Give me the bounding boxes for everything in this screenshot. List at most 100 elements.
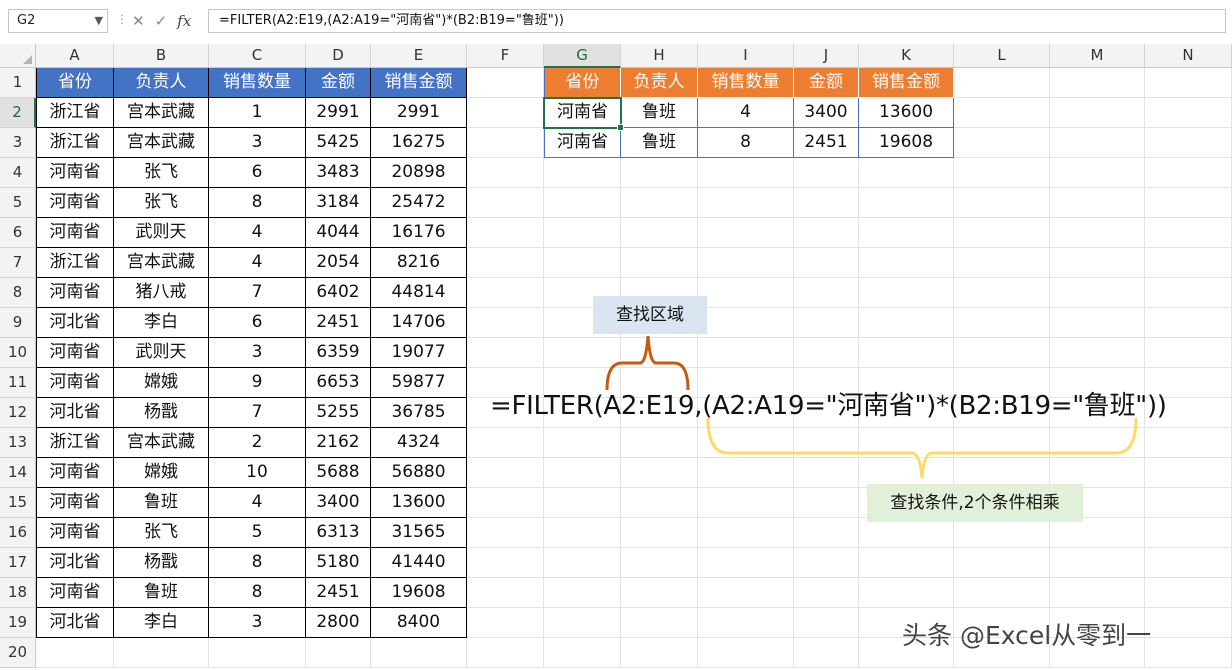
source-table-cell[interactable]: 8216: [371, 248, 467, 278]
source-table-cell[interactable]: 杨戬: [114, 398, 209, 428]
column-header-a[interactable]: A: [36, 44, 114, 68]
source-table-cell[interactable]: 猪八戒: [114, 278, 209, 308]
source-table-cell[interactable]: 李白: [114, 608, 209, 638]
column-header-d[interactable]: D: [306, 44, 371, 68]
source-table-cell[interactable]: 16176: [371, 218, 467, 248]
result-table-cell[interactable]: 河南省: [544, 128, 621, 158]
source-table-cell[interactable]: 19608: [371, 578, 467, 608]
row-header-17[interactable]: 17: [0, 548, 36, 578]
row-header-19[interactable]: 19: [0, 608, 36, 638]
source-table-cell[interactable]: 25472: [371, 188, 467, 218]
source-table-cell[interactable]: 31565: [371, 518, 467, 548]
source-table-cell[interactable]: 5688: [306, 458, 371, 488]
source-table-cell[interactable]: 4: [209, 248, 306, 278]
source-table-cell[interactable]: 嫦娥: [114, 458, 209, 488]
source-table-cell[interactable]: 4: [209, 488, 306, 518]
source-table-cell[interactable]: 1: [209, 98, 306, 128]
result-table-header-cell[interactable]: 金额: [794, 68, 859, 98]
source-table-cell[interactable]: 2451: [306, 308, 371, 338]
row-header-2[interactable]: 2: [0, 98, 36, 128]
row-header-20[interactable]: 20: [0, 638, 36, 668]
source-table-cell[interactable]: 7: [209, 398, 306, 428]
source-table-cell[interactable]: 浙江省: [36, 128, 114, 158]
insert-function-icon[interactable]: fx: [177, 12, 191, 30]
source-table-cell[interactable]: 河北省: [36, 308, 114, 338]
source-table-cell[interactable]: 4: [209, 218, 306, 248]
source-table-cell[interactable]: 4044: [306, 218, 371, 248]
source-table-cell[interactable]: 20898: [371, 158, 467, 188]
chevron-down-icon[interactable]: ▼: [95, 10, 103, 32]
source-table-cell[interactable]: 宫本武藏: [114, 428, 209, 458]
source-table-cell[interactable]: 2800: [306, 608, 371, 638]
source-table-cell[interactable]: 河南省: [36, 188, 114, 218]
source-table-cell[interactable]: 河南省: [36, 488, 114, 518]
source-table-cell[interactable]: 59877: [371, 368, 467, 398]
result-table-cell[interactable]: 鲁班: [621, 128, 698, 158]
result-table-cell[interactable]: 鲁班: [621, 98, 698, 128]
source-table-cell[interactable]: 6653: [306, 368, 371, 398]
source-table-cell[interactable]: 鲁班: [114, 488, 209, 518]
formula-input[interactable]: =FILTER(A2:E19,(A2:A19="河南省")*(B2:B19="鲁…: [208, 9, 1226, 33]
name-box[interactable]: G2 ▼: [8, 9, 108, 33]
source-table-cell[interactable]: 河北省: [36, 548, 114, 578]
column-header-g[interactable]: G: [544, 44, 621, 68]
source-table-cell[interactable]: 嫦娥: [114, 368, 209, 398]
drag-handle-icon[interactable]: ⋮: [116, 12, 128, 26]
column-header-b[interactable]: B: [114, 44, 209, 68]
source-table-cell[interactable]: 鲁班: [114, 578, 209, 608]
source-table-cell[interactable]: 河南省: [36, 158, 114, 188]
source-table-cell[interactable]: 张飞: [114, 188, 209, 218]
source-table-cell[interactable]: 李白: [114, 308, 209, 338]
source-table-cell[interactable]: 2162: [306, 428, 371, 458]
source-table-cell[interactable]: 5180: [306, 548, 371, 578]
result-table-header-cell[interactable]: 销售金额: [859, 68, 954, 98]
row-header-14[interactable]: 14: [0, 458, 36, 488]
source-table-cell[interactable]: 14706: [371, 308, 467, 338]
source-table-cell[interactable]: 8: [209, 188, 306, 218]
source-table-header-cell[interactable]: 销售数量: [209, 68, 306, 98]
column-header-i[interactable]: I: [698, 44, 794, 68]
source-table-cell[interactable]: 2451: [306, 578, 371, 608]
source-table-cell[interactable]: 3184: [306, 188, 371, 218]
source-table-header-cell[interactable]: 销售金额: [371, 68, 467, 98]
source-table-cell[interactable]: 9: [209, 368, 306, 398]
result-table-header-cell[interactable]: 负责人: [621, 68, 698, 98]
row-header-6[interactable]: 6: [0, 218, 36, 248]
close-icon[interactable]: ✕: [132, 12, 145, 30]
column-header-h[interactable]: H: [621, 44, 698, 68]
column-header-j[interactable]: J: [794, 44, 859, 68]
source-table-cell[interactable]: 2991: [306, 98, 371, 128]
source-table-cell[interactable]: 3400: [306, 488, 371, 518]
source-table-cell[interactable]: 2054: [306, 248, 371, 278]
source-table-cell[interactable]: 8: [209, 548, 306, 578]
row-header-9[interactable]: 9: [0, 308, 36, 338]
source-table-cell[interactable]: 张飞: [114, 158, 209, 188]
source-table-cell[interactable]: 杨戬: [114, 548, 209, 578]
row-header-10[interactable]: 10: [0, 338, 36, 368]
column-header-n[interactable]: N: [1145, 44, 1232, 68]
source-table-cell[interactable]: 4324: [371, 428, 467, 458]
source-table-cell[interactable]: 宫本武藏: [114, 248, 209, 278]
source-table-cell[interactable]: 8400: [371, 608, 467, 638]
source-table-cell[interactable]: 河南省: [36, 338, 114, 368]
source-table-cell[interactable]: 浙江省: [36, 98, 114, 128]
result-table-cell[interactable]: 2451: [794, 128, 859, 158]
row-header-11[interactable]: 11: [0, 368, 36, 398]
source-table-cell[interactable]: 6402: [306, 278, 371, 308]
source-table-cell[interactable]: 56880: [371, 458, 467, 488]
source-table-cell[interactable]: 武则天: [114, 218, 209, 248]
select-all-button[interactable]: [0, 44, 36, 68]
row-header-1[interactable]: 1: [0, 68, 36, 98]
source-table-cell[interactable]: 6: [209, 308, 306, 338]
result-table-cell[interactable]: 19608: [859, 128, 954, 158]
row-header-4[interactable]: 4: [0, 158, 36, 188]
source-table-cell[interactable]: 10: [209, 458, 306, 488]
row-header-7[interactable]: 7: [0, 248, 36, 278]
row-header-12[interactable]: 12: [0, 398, 36, 428]
source-table-cell[interactable]: 41440: [371, 548, 467, 578]
source-table-cell[interactable]: 河南省: [36, 518, 114, 548]
source-table-cell[interactable]: 3: [209, 608, 306, 638]
source-table-cell[interactable]: 浙江省: [36, 428, 114, 458]
source-table-header-cell[interactable]: 金额: [306, 68, 371, 98]
column-header-f[interactable]: F: [467, 44, 544, 68]
